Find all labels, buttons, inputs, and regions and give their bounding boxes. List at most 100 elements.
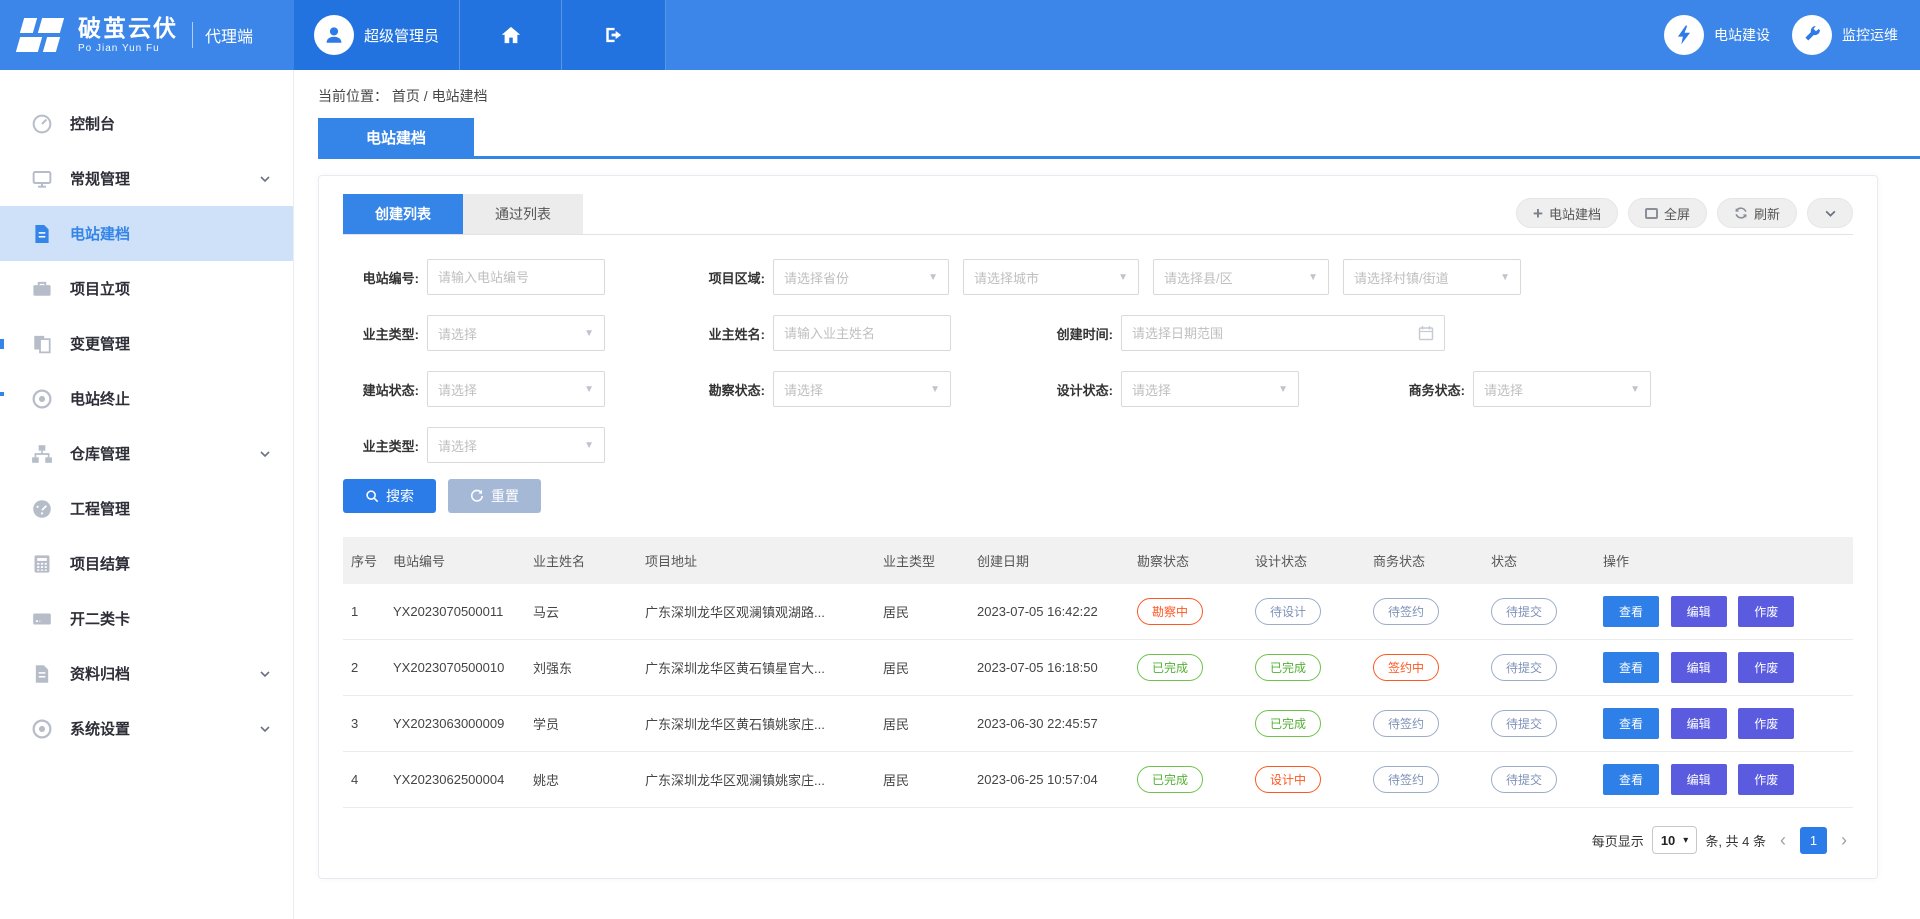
nav-station-build[interactable]: 电站建设: [1664, 0, 1770, 70]
content-panel: 创建列表 通过列表 + 电站建档 全屏 刷新: [318, 175, 1878, 879]
caret-down-icon: ▼: [1118, 272, 1128, 283]
sidebar-item-station-terminate[interactable]: 电站终止: [0, 371, 293, 426]
sidebar-item-system-settings[interactable]: 系统设置: [0, 701, 293, 756]
void-button[interactable]: 作废: [1738, 764, 1794, 795]
dashboard-icon: [30, 497, 54, 521]
sidebar-item-console[interactable]: 控制台: [0, 96, 293, 151]
sidebar-item-warehouse-mgmt[interactable]: 仓库管理: [0, 426, 293, 481]
search-icon: [365, 489, 379, 503]
toolbar: + 电站建档 全屏 刷新: [1516, 198, 1853, 234]
sidebar-item-label: 仓库管理: [70, 443, 259, 464]
town-select[interactable]: 请选择村镇/街道 ▼: [1343, 259, 1521, 295]
void-button[interactable]: 作废: [1738, 596, 1794, 627]
edit-button[interactable]: 编辑: [1671, 764, 1727, 795]
status-badge: 已完成: [1255, 710, 1321, 737]
sidebar-item-project-settlement[interactable]: 项目结算: [0, 536, 293, 591]
tab-passed-list[interactable]: 通过列表: [463, 194, 583, 234]
edit-button[interactable]: 编辑: [1671, 596, 1727, 627]
view-button[interactable]: 查看: [1603, 764, 1659, 795]
view-button[interactable]: 查看: [1603, 652, 1659, 683]
total-count-label: 条, 共 4 条: [1705, 831, 1766, 850]
file-icon: [30, 662, 54, 686]
user-menu[interactable]: 超级管理员: [294, 0, 460, 70]
sidebar-item-engineering-mgmt[interactable]: 工程管理: [0, 481, 293, 536]
chevron-down-icon: [1824, 207, 1837, 220]
status-badge: 已完成: [1137, 766, 1203, 793]
breadcrumb-home[interactable]: 首页: [392, 88, 420, 104]
filter-label-region: 项目区域:: [689, 268, 765, 287]
owner-name-input[interactable]: [784, 326, 940, 341]
breadcrumb-current: 电站建档: [432, 88, 488, 104]
per-page-select[interactable]: 10 ▾: [1652, 826, 1698, 854]
col-created: 创建日期: [969, 537, 1129, 584]
filter-label-owner-type2: 业主类型:: [343, 436, 419, 455]
caret-down-icon: ▼: [928, 272, 938, 283]
prev-page-button[interactable]: ‹: [1774, 830, 1792, 851]
owner-type2-select[interactable]: 请选择 ▼: [427, 427, 605, 463]
void-button[interactable]: 作废: [1738, 708, 1794, 739]
filter-label-survey-status: 勘察状态:: [689, 380, 765, 399]
tab-create-list[interactable]: 创建列表: [343, 194, 463, 234]
caret-down-icon: ▼: [1308, 272, 1318, 283]
design-status-select[interactable]: 请选择 ▼: [1121, 371, 1299, 407]
sidebar-item-change-mgmt[interactable]: 变更管理: [0, 316, 293, 371]
business-status-select[interactable]: 请选择 ▼: [1473, 371, 1651, 407]
nav-monitor-ops[interactable]: 监控运维: [1792, 0, 1898, 70]
col-status: 状态: [1483, 537, 1595, 584]
view-button[interactable]: 查看: [1603, 708, 1659, 739]
caret-down-icon: ▼: [584, 328, 594, 339]
build-status-select[interactable]: 请选择 ▼: [427, 371, 605, 407]
county-select[interactable]: 请选择县/区 ▼: [1153, 259, 1329, 295]
sidebar-scrollbar[interactable]: [0, 339, 4, 349]
city-select[interactable]: 请选择城市 ▼: [963, 259, 1139, 295]
sidebar-item-station-archive[interactable]: 电站建档: [0, 206, 293, 261]
province-select[interactable]: 请选择省份 ▼: [773, 259, 949, 295]
col-no: 序号: [343, 537, 385, 584]
create-station-button[interactable]: + 电站建档: [1516, 198, 1618, 228]
chevron-down-icon: [259, 173, 271, 185]
date-range-input[interactable]: [1132, 326, 1418, 341]
filter-actions: 搜索 重置: [343, 479, 1853, 513]
survey-status-select[interactable]: 请选择 ▼: [773, 371, 951, 407]
reset-button[interactable]: 重置: [448, 479, 541, 513]
home-icon: [500, 24, 522, 46]
logo-icon: [20, 16, 66, 54]
sidebar-item-project-initiation[interactable]: 项目立项: [0, 261, 293, 316]
refresh-button[interactable]: 刷新: [1717, 198, 1797, 228]
col-design-status: 设计状态: [1247, 537, 1365, 584]
filter-label-design-status: 设计状态:: [1037, 380, 1113, 399]
view-button[interactable]: 查看: [1603, 596, 1659, 627]
main-content: 当前位置： 首页 / 电站建档 电站建档 创建列表 通过列表 + 电站建档 全屏: [294, 70, 1920, 919]
owner-type-select[interactable]: 请选择 ▼: [427, 315, 605, 351]
edit-button[interactable]: 编辑: [1671, 652, 1727, 683]
monitor-icon: [30, 167, 54, 191]
status-badge: 待签约: [1373, 766, 1439, 793]
sidebar: 控制台 常规管理 电站建档 项目立项 变更管理 电站终止 仓库管理 工程管理 项…: [0, 70, 294, 919]
logout-button[interactable]: [562, 0, 666, 70]
col-address: 项目地址: [637, 537, 875, 584]
sidebar-item-label: 电站建档: [70, 223, 271, 244]
void-button[interactable]: 作废: [1738, 652, 1794, 683]
refresh-icon: [1734, 206, 1748, 220]
station-no-input[interactable]: [438, 270, 594, 285]
collapse-toolbar-button[interactable]: [1807, 198, 1853, 228]
fullscreen-button[interactable]: 全屏: [1628, 198, 1707, 228]
page-number-button[interactable]: 1: [1800, 827, 1827, 854]
filter-label-owner-name: 业主姓名:: [689, 324, 765, 343]
next-page-button[interactable]: ›: [1835, 830, 1853, 851]
document-icon: [30, 222, 54, 246]
edit-button[interactable]: 编辑: [1671, 708, 1727, 739]
sidebar-item-general-mgmt[interactable]: 常规管理: [0, 151, 293, 206]
home-button[interactable]: [460, 0, 562, 70]
col-actions: 操作: [1595, 537, 1853, 584]
sidebar-item-open-type2-card[interactable]: 开二类卡: [0, 591, 293, 646]
sidebar-scrollbar[interactable]: [0, 392, 4, 396]
sidebar-item-data-archive[interactable]: 资料归档: [0, 646, 293, 701]
logo-title: 破茧云伏: [78, 17, 178, 40]
caret-down-icon: ▼: [1278, 384, 1288, 395]
list-tabs-row: 创建列表 通过列表 + 电站建档 全屏 刷新: [343, 194, 1853, 235]
search-button[interactable]: 搜索: [343, 479, 436, 513]
breadcrumb: 当前位置： 首页 / 电站建档: [294, 70, 1920, 106]
page-tab-station-archive[interactable]: 电站建档: [318, 118, 474, 156]
status-badge: 待提交: [1491, 766, 1557, 793]
